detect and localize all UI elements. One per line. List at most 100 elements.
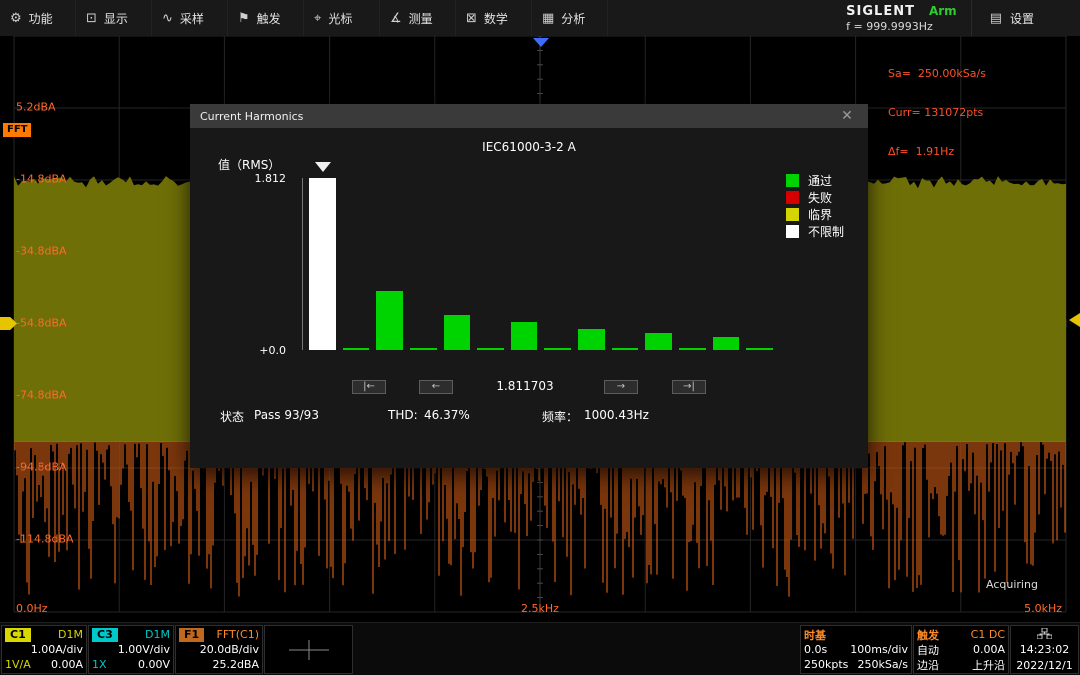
trigger-box[interactable]: 触发 C1 DC 自动 0.00A 边沿 上升沿	[913, 625, 1009, 674]
harmonic-bar-5	[444, 315, 471, 350]
clock-box[interactable]: 14:23:02 2022/12/1	[1010, 625, 1079, 674]
dialog-titlebar[interactable]: Current Harmonics ✕	[190, 104, 868, 128]
channel3-box[interactable]: C3 D1M 1.00V/div 1X 0.00V	[88, 625, 174, 674]
menubar: ⚙ 功能 ⊡ 显示 ∿ 采样 ⚑触发⌖光标∡测量⊠数学▦分析 SIGLENT Arm f =…	[0, 0, 1080, 36]
dialog-title: Current Harmonics	[200, 110, 303, 123]
menu-item-label: 采样	[180, 10, 204, 27]
legend-item: 不限制	[786, 223, 844, 240]
math-box-icon: ⊠	[466, 11, 477, 26]
fft-level-marker-right[interactable]	[1069, 313, 1080, 327]
legend-swatch	[786, 208, 799, 221]
trigger-frequency-readout: f = 999.9993Hz	[846, 20, 957, 33]
status-value: Pass 93/93	[254, 408, 319, 422]
brand-box: SIGLENT Arm f = 999.9993Hz	[832, 0, 971, 36]
legend-label: 临界	[808, 206, 832, 223]
legend-swatch	[786, 174, 799, 187]
timebase-delay: 0.0s	[804, 643, 827, 656]
thd-label: THD:	[388, 408, 418, 422]
legend-item: 通过	[786, 172, 844, 189]
legend-swatch	[786, 191, 799, 204]
sample-wave-icon: ∿	[162, 11, 173, 26]
f1-offset: 25.2dBA	[212, 658, 259, 671]
chart-y-axis-title: 值（RMS）	[218, 156, 280, 173]
channel1-chip: C1	[5, 628, 31, 642]
f1-chip: F1	[179, 628, 204, 642]
channel1-coupling: D1M	[58, 628, 83, 641]
timebase-points: 250kpts	[804, 658, 848, 671]
menu-item-display[interactable]: ⊡ 显示	[76, 0, 152, 36]
display-icon: ⊡	[86, 11, 97, 26]
frequency-value: 1000.43Hz	[584, 408, 649, 422]
cursor-position-box[interactable]	[264, 625, 353, 674]
x-axis-label-center: 2.5kHz	[521, 602, 559, 615]
channel1-offset: 0.00A	[51, 658, 83, 671]
legend-label: 通过	[808, 172, 832, 189]
menu-item-acquire[interactable]: ∿ 采样	[152, 0, 228, 36]
trigger-slope: 上升沿	[972, 657, 1005, 673]
legend-swatch	[786, 225, 799, 238]
harmonic-bar-7	[511, 322, 538, 350]
menu-items: ⚙ 功能 ⊡ 显示 ∿ 采样 ⚑触发⌖光标∡测量⊠数学▦分析	[0, 0, 608, 36]
math-f1-box[interactable]: F1 FFT(C1) 20.0dB/div 25.2dBA	[175, 625, 263, 674]
menu-item-label: 显示	[104, 10, 128, 27]
legend-label: 失败	[808, 189, 832, 206]
sample-rate-readout: Sa= 250.00kSa/s	[888, 67, 986, 80]
channel1-scale: 1.00A/div	[31, 643, 83, 656]
crosshair-icon	[286, 637, 332, 663]
points-readout: Curr= 131072pts	[888, 106, 986, 119]
channel1-box[interactable]: C1 D1M 1.00A/div 1V/A 0.00A	[1, 625, 87, 674]
standard-title: IEC61000-3-2 A	[190, 140, 868, 154]
fft-trace-tag[interactable]: FFT	[3, 123, 31, 137]
menu-item-measure[interactable]: ∡测量	[380, 0, 456, 36]
harmonic-bar-3	[376, 291, 403, 350]
trigger-level: 0.00A	[973, 643, 1005, 656]
delta-f-readout: Δf= 1.91Hz	[888, 145, 986, 158]
channel3-scale: 1.00V/div	[118, 643, 170, 656]
analysis-chart-icon: ▦	[542, 11, 554, 26]
menu-item-math[interactable]: ⊠数学	[456, 0, 532, 36]
trigger-position-marker[interactable]	[533, 38, 549, 47]
menu-item-label: 光标	[328, 10, 352, 27]
channel1-probe: 1V/A	[5, 658, 31, 671]
menu-item-cursor[interactable]: ⌖光标	[304, 0, 380, 36]
menu-item-function[interactable]: ⚙ 功能	[0, 0, 76, 36]
legend-label: 不限制	[808, 223, 844, 240]
chart-y-min-label: +0.0	[226, 344, 286, 357]
harmonics-bar-chart	[302, 178, 780, 350]
y-axis-label: -54.8dBA	[16, 317, 67, 330]
frequency-label: 频率：	[542, 408, 578, 425]
status-label: 状态	[220, 408, 244, 425]
acquisition-state: Arm	[929, 4, 957, 18]
channel3-coupling: D1M	[145, 628, 170, 641]
x-axis-label-left: 0.0Hz	[16, 602, 48, 615]
harmonic-bar-14	[746, 348, 773, 350]
dialog-body: IEC61000-3-2 A 值（RMS） 1.812 +0.0 通过失败临界不…	[190, 128, 868, 468]
y-axis-label: -114.8dBA	[16, 533, 74, 546]
menu-item-trigger[interactable]: ⚑触发	[228, 0, 304, 36]
menu-item-label: 触发	[257, 10, 281, 27]
first-harmonic-button[interactable]: |←	[352, 380, 386, 394]
prev-harmonic-button[interactable]: ←	[419, 380, 453, 394]
menu-item-analysis[interactable]: ▦分析	[532, 0, 608, 36]
y-axis-label: -34.8dBA	[16, 245, 67, 258]
close-icon[interactable]: ✕	[836, 108, 858, 124]
next-harmonic-button[interactable]: →	[604, 380, 638, 394]
harmonic-bar-12	[679, 348, 706, 350]
timebase-box[interactable]: 时基 0.0s 100ms/div 250kpts 250kSa/s	[800, 625, 912, 674]
menu-item-label: 功能	[29, 10, 53, 27]
harmonic-bar-4	[410, 348, 437, 350]
chart-y-max-label: 1.812	[226, 172, 286, 185]
brand-logo: SIGLENT	[846, 4, 915, 19]
y-axis-label: -14.8dBA	[16, 173, 67, 186]
y-axis-label: -94.8dBA	[16, 461, 67, 474]
statusbar: C1 D1M 1.00A/div 1V/A 0.00A C3 D1M 1.00V…	[0, 622, 1080, 675]
settings-button[interactable]: ▤ 设置	[971, 0, 1052, 36]
last-harmonic-button[interactable]: →|	[672, 380, 706, 394]
legend-item: 失败	[786, 189, 844, 206]
trigger-label: 触发	[917, 627, 939, 643]
gear-icon: ⚙	[10, 11, 22, 26]
clock-time: 14:23:02	[1020, 643, 1069, 656]
harmonic-bar-11	[645, 333, 672, 350]
harmonic-bars	[303, 178, 780, 350]
settings-icon: ▤	[990, 11, 1002, 26]
